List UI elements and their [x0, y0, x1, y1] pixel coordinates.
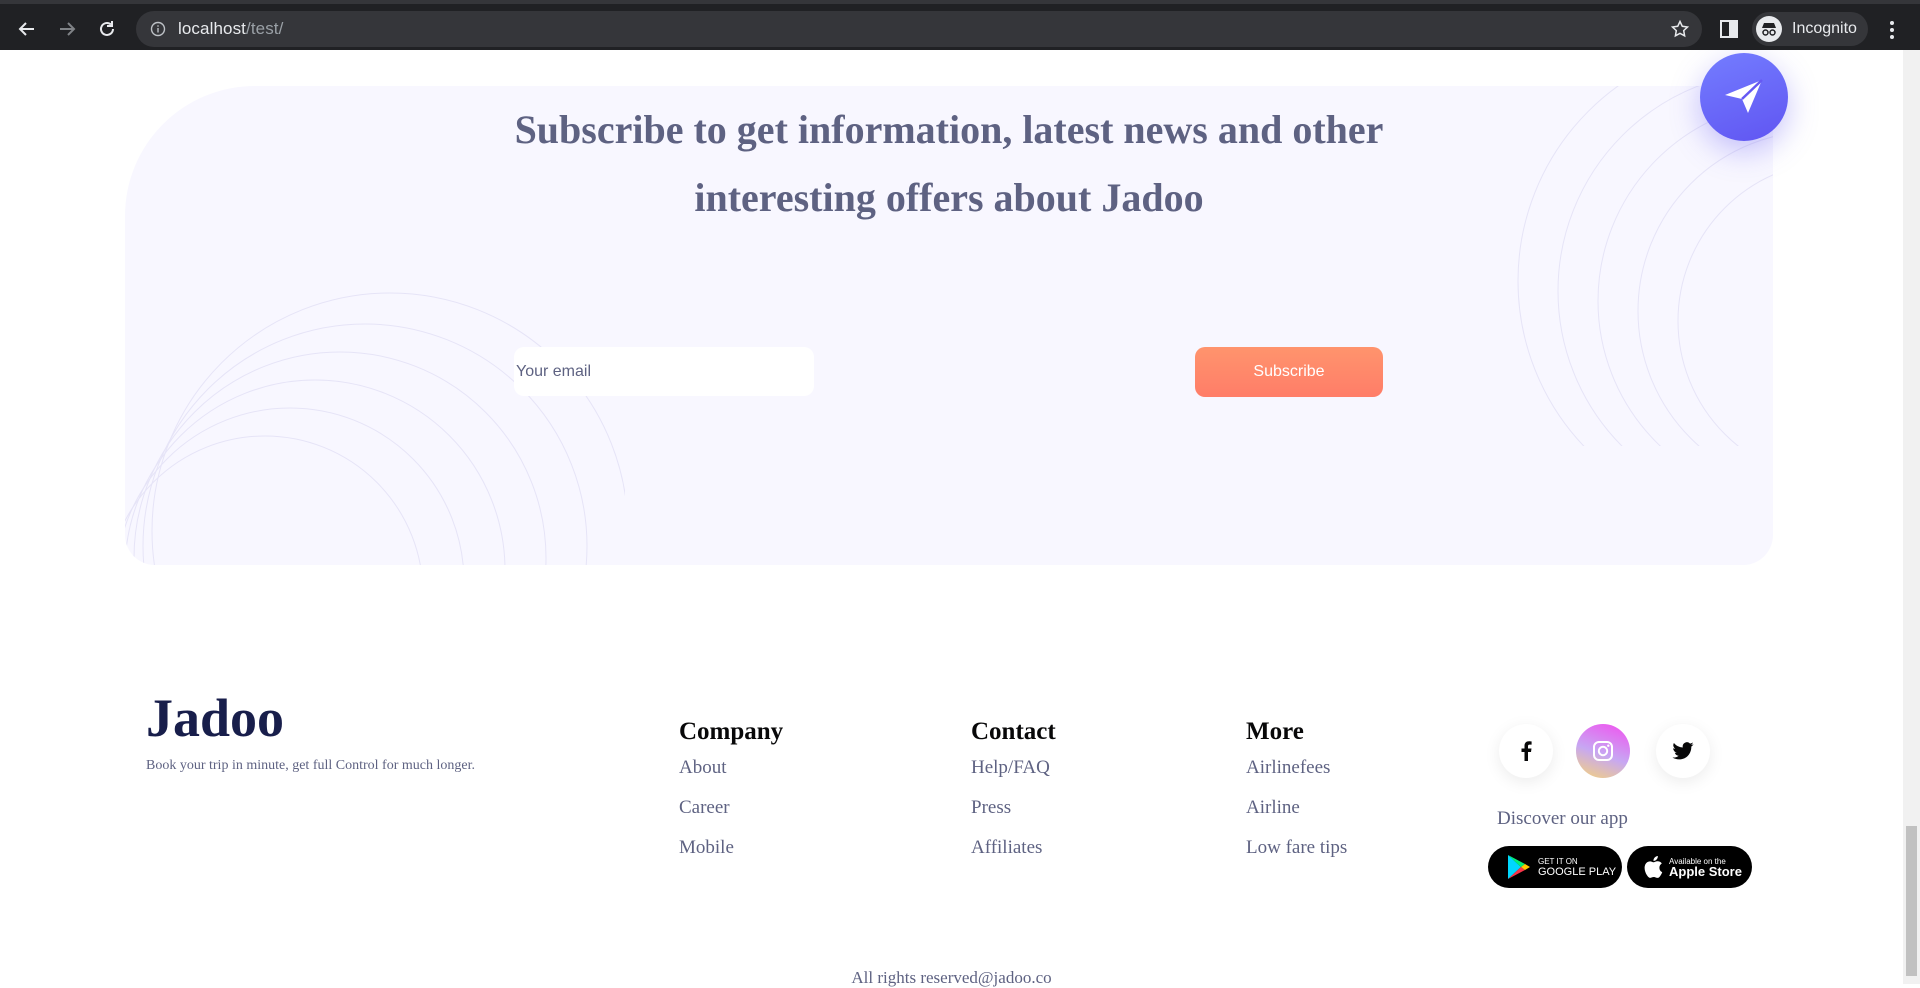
- back-button[interactable]: [10, 12, 44, 46]
- footer-heading-company: Company: [679, 718, 784, 745]
- footer-column-company: Company About Career Mobile: [679, 716, 783, 862]
- star-bookmark-icon[interactable]: [1670, 19, 1690, 39]
- subscribe-heading-line1: Subscribe to get information, latest new…: [514, 107, 1384, 152]
- apple-logo-icon: [1644, 856, 1663, 878]
- profile-label: Incognito: [1792, 20, 1857, 37]
- footer-link-low-fare-tips[interactable]: Low fare tips: [1246, 834, 1347, 862]
- subscribe-button[interactable]: Subscribe: [1195, 347, 1383, 397]
- app-store-big-text: Apple Store: [1669, 863, 1742, 879]
- footer-tagline-text: Book your trip in minute, get full Contr…: [146, 758, 475, 773]
- footer-link-airlinefees[interactable]: Airlinefees: [1246, 754, 1347, 782]
- incognito-icon: [1756, 16, 1782, 42]
- reload-icon: [100, 21, 114, 36]
- scrollbar-thumb[interactable]: [1906, 826, 1917, 976]
- footer-column-contact: Contact Help/FAQ Press Affiliates: [971, 716, 1056, 862]
- footer-link-press[interactable]: Press: [971, 794, 1056, 822]
- instagram-icon: [1593, 741, 1613, 761]
- footer-link-help-faq[interactable]: Help/FAQ: [971, 754, 1056, 782]
- profile-button[interactable]: Incognito: [1752, 12, 1868, 46]
- footer-brand-logo[interactable]: Jadoo: [146, 686, 284, 750]
- social-twitter-button[interactable]: [1656, 724, 1710, 778]
- footer-link-mobile[interactable]: Mobile: [679, 834, 783, 862]
- arrow-left-icon: [18, 22, 34, 36]
- google-play-big-text: GOOGLE PLAY: [1538, 865, 1617, 878]
- twitter-icon: [1672, 742, 1694, 760]
- side-panel-icon[interactable]: [1716, 16, 1742, 42]
- footer-link-about[interactable]: About: [679, 754, 783, 782]
- footer-heading-more: More: [1246, 718, 1304, 745]
- footer-column-more: More Airlinefees Airline Low fare tips: [1246, 716, 1347, 862]
- footer-heading-contact: Contact: [971, 718, 1056, 745]
- page-scrollbar[interactable]: [1903, 50, 1920, 984]
- footer-link-affiliates[interactable]: Affiliates: [971, 834, 1056, 862]
- facebook-icon: [1521, 741, 1532, 761]
- forward-button[interactable]: [50, 12, 84, 46]
- url-text: localhost/test/: [178, 19, 283, 39]
- subscribe-heading: Subscribe to get information, latest new…: [125, 96, 1773, 232]
- footer-link-airline[interactable]: Airline: [1246, 794, 1347, 822]
- paper-plane-icon: [1725, 79, 1763, 113]
- subscribe-card: Subscribe to get information, latest new…: [125, 86, 1773, 565]
- reload-button[interactable]: [90, 12, 124, 46]
- google-play-small-text: GET IT ON: [1538, 856, 1578, 866]
- email-input[interactable]: [514, 347, 814, 396]
- footer-link-career[interactable]: Career: [679, 794, 783, 822]
- browser-toolbar: localhost/test/ Incognito: [0, 0, 1920, 50]
- google-play-button[interactable]: GET IT ON GOOGLE PLAY: [1488, 846, 1622, 888]
- subscribe-heading-line2: interesting offers about Jadoo: [694, 175, 1204, 220]
- google-play-icon: [1508, 855, 1530, 879]
- copyright-text: All rights reserved@jadoo.co: [851, 968, 1052, 987]
- page-viewport: Subscribe to get information, latest new…: [0, 50, 1903, 984]
- discover-app-label: Discover our app: [1497, 808, 1628, 829]
- info-icon[interactable]: [150, 21, 166, 37]
- url-path: /test/: [246, 19, 284, 38]
- address-bar[interactable]: localhost/test/: [136, 11, 1702, 47]
- arrow-right-icon: [60, 22, 76, 36]
- social-facebook-button[interactable]: [1499, 724, 1553, 778]
- more-menu-icon[interactable]: [1882, 18, 1902, 42]
- url-host: localhost: [178, 19, 246, 38]
- social-instagram-button[interactable]: [1576, 724, 1630, 778]
- app-store-button[interactable]: Available on the Apple Store: [1627, 846, 1752, 888]
- send-fab-button[interactable]: [1700, 53, 1788, 141]
